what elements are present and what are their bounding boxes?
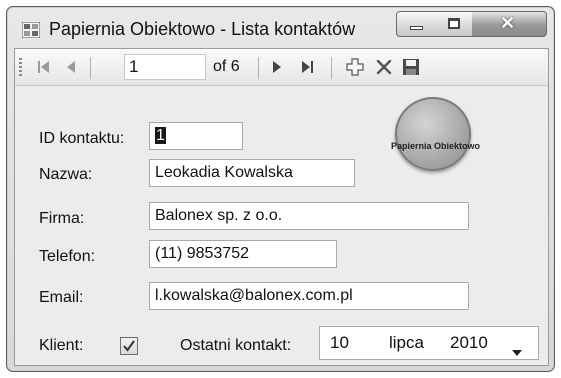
name-field[interactable]: Leokadia Kowalska	[149, 159, 355, 187]
client-label: Klient:	[39, 337, 84, 354]
first-record-button[interactable]	[33, 56, 55, 78]
toolbar-grip[interactable]	[19, 58, 22, 78]
checkmark-icon	[123, 340, 135, 352]
last-record-button[interactable]	[296, 56, 318, 78]
company-logo	[395, 97, 471, 171]
last-record-icon	[302, 61, 313, 73]
minimize-button[interactable]	[396, 11, 436, 37]
client-checkbox[interactable]	[120, 337, 138, 355]
maximize-icon	[448, 18, 460, 29]
date-year[interactable]: 2010	[450, 333, 488, 353]
phone-label: Telefon:	[39, 248, 96, 265]
window-title: Papiernia Obiektowo - Lista kontaktów	[49, 19, 356, 39]
email-field[interactable]: l.kowalska@balonex.com.pl	[149, 282, 469, 310]
save-icon	[403, 59, 419, 75]
delete-button[interactable]	[372, 56, 396, 78]
last-contact-datepicker[interactable]: 10 lipca 2010	[319, 326, 539, 360]
id-label: ID kontaktu:	[39, 130, 125, 147]
previous-record-button[interactable]	[61, 56, 81, 78]
toolbar-separator	[331, 57, 332, 79]
first-record-icon	[38, 61, 49, 73]
previous-record-icon	[67, 61, 75, 73]
application-window: Papiernia Obiektowo - Lista kontaktów ✕	[6, 6, 555, 372]
add-new-button[interactable]	[343, 56, 367, 78]
date-month[interactable]: lipca	[389, 333, 424, 353]
id-value: 1	[155, 127, 166, 144]
id-field[interactable]: 1	[149, 122, 243, 150]
delete-icon	[376, 59, 392, 75]
close-icon: ✕	[500, 13, 516, 33]
company-field[interactable]: Balonex sp. z o.o.	[149, 202, 469, 230]
last-contact-label: Ostatni kontakt:	[180, 337, 292, 354]
date-day[interactable]: 10	[330, 333, 349, 353]
close-button[interactable]: ✕	[472, 11, 547, 37]
title-bar[interactable]: Papiernia Obiektowo - Lista kontaktów ✕	[7, 7, 554, 47]
next-record-icon	[273, 61, 281, 73]
minimize-icon	[410, 26, 423, 30]
maximize-button[interactable]	[435, 11, 473, 37]
logo-text: Papiernia Obiektowo	[391, 141, 481, 151]
company-label: Firma:	[39, 210, 85, 227]
add-icon	[346, 58, 364, 76]
next-record-button[interactable]	[267, 56, 287, 78]
record-count-label: of 6	[213, 58, 240, 75]
phone-field[interactable]: (11) 9853752	[149, 240, 337, 268]
email-label: Email:	[39, 289, 84, 306]
position-input[interactable]	[124, 54, 206, 80]
save-button[interactable]	[399, 56, 423, 78]
toolbar-separator	[90, 57, 91, 79]
form-client-area: of 6	[14, 48, 549, 366]
toolbar-separator	[258, 57, 259, 79]
dropdown-arrow-icon[interactable]	[512, 341, 522, 361]
app-icon[interactable]	[21, 21, 41, 39]
name-label: Nazwa:	[39, 166, 93, 183]
binding-navigator-toolbar: of 6	[15, 49, 548, 86]
